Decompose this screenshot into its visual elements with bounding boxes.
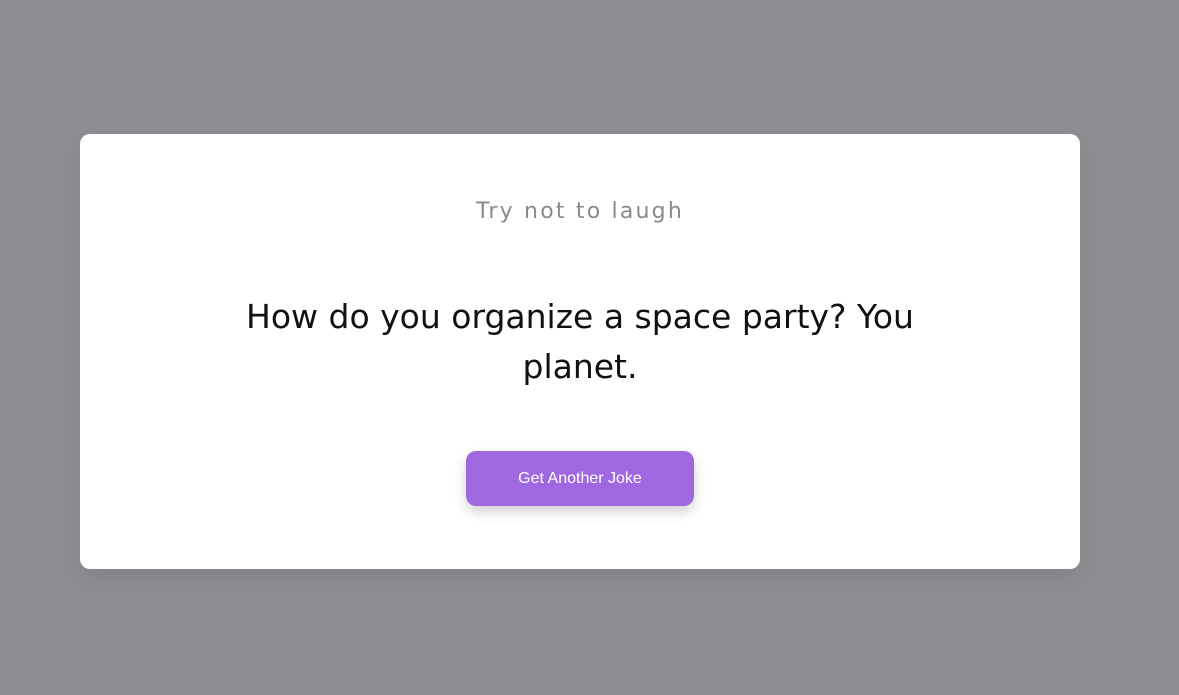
joke-card: Try not to laugh How do you organize a s… xyxy=(80,134,1080,569)
joke-text: How do you organize a space party? You p… xyxy=(246,297,914,386)
get-another-joke-button[interactable]: Get Another Joke xyxy=(466,451,694,506)
card-subtitle: Try not to laugh xyxy=(475,199,684,224)
